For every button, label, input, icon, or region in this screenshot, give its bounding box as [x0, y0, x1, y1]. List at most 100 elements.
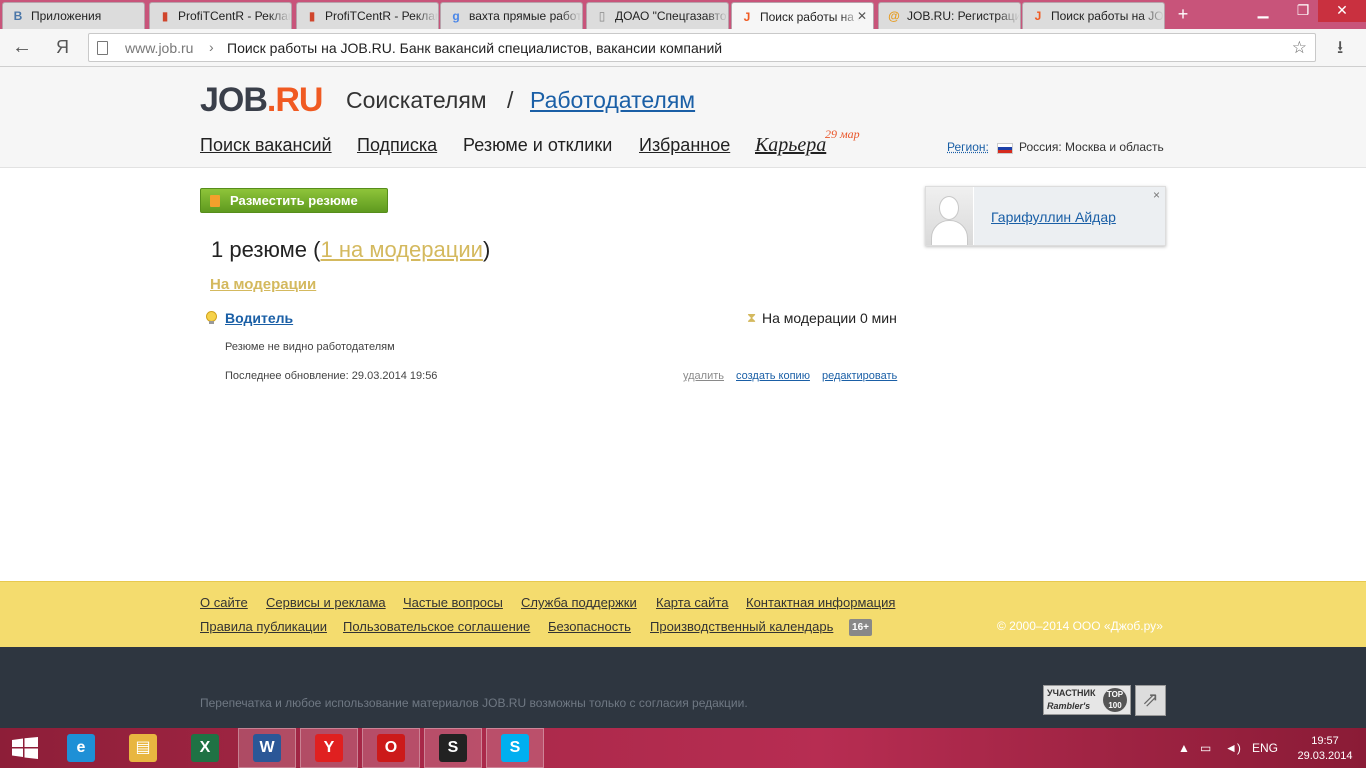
yandex-icon: Y: [315, 734, 343, 762]
new-tab-button[interactable]: +: [1172, 4, 1194, 24]
logo-ru-text: RU: [275, 81, 323, 119]
region-value: Россия: Москва и область: [1019, 140, 1164, 154]
footer-agreement[interactable]: Пользовательское соглашение: [343, 619, 530, 634]
back-icon[interactable]: ←: [12, 36, 32, 59]
browser-tab[interactable]: g вахта прямые работодатели: [440, 2, 583, 29]
mail-icon: @: [888, 9, 900, 23]
footer-services[interactable]: Сервисы и реклама: [266, 595, 386, 610]
minimize-button[interactable]: ▁: [1248, 0, 1278, 22]
resume-count: 1 резюме (1 на модерации): [211, 237, 490, 263]
footer-sitemap[interactable]: Карта сайта: [656, 595, 728, 610]
browser-tab[interactable]: @ JOB.RU: Регистрация: [878, 2, 1021, 29]
taskbar-app-ie[interactable]: e: [52, 728, 110, 768]
taskbar-app-steam[interactable]: S: [424, 728, 482, 768]
post-resume-label: Разместить резюме: [230, 193, 358, 208]
jobru-logo[interactable]: JOB.RU: [200, 81, 323, 120]
footer-about[interactable]: О сайте: [200, 595, 248, 610]
tray-expand-icon[interactable]: ▲: [1178, 741, 1190, 755]
language-indicator[interactable]: ENG: [1252, 741, 1278, 755]
footer-calendar[interactable]: Производственный календарь: [650, 619, 833, 634]
liveinternet-counter-icon[interactable]: ⇗: [1135, 685, 1166, 716]
copy-link[interactable]: создать копию: [736, 370, 810, 382]
document-icon: [210, 195, 220, 207]
bar-chart-icon: ▮: [308, 9, 316, 23]
windows-start-icon[interactable]: [12, 737, 38, 759]
tab-title: Поиск работы на JOB.RU: [1051, 9, 1164, 23]
taskbar-app-yandex[interactable]: Y: [300, 728, 358, 768]
word-icon: W: [253, 734, 281, 762]
browser-tab[interactable]: В Приложения: [2, 2, 145, 29]
footer-bottom: Перепечатка и любое использование матери…: [0, 647, 1366, 728]
tab-title: JOB.RU: Регистрация: [907, 9, 1020, 23]
vk-icon: В: [13, 9, 23, 23]
logo-job-text: JOB: [200, 81, 268, 119]
google-icon: g: [452, 9, 460, 23]
url-host: www.job.ru: [125, 40, 194, 56]
moderation-status: На модерации 0 мин: [762, 310, 897, 326]
taskbar-app-word[interactable]: W: [238, 728, 296, 768]
taskbar-app-excel[interactable]: X: [176, 728, 234, 768]
excel-icon: X: [191, 734, 219, 762]
region-label-link[interactable]: Регион:: [947, 140, 989, 154]
nav-job-search[interactable]: Поиск вакансий: [200, 135, 332, 156]
windows-taskbar: e ▤ X W Y O S S ▲ ▭ ◄) ENG 19:57 29.03.2014: [0, 728, 1366, 768]
bookmark-star-icon[interactable]: ☆: [1292, 38, 1307, 58]
age-rating-badge: 16+: [849, 619, 872, 636]
resume-title-link[interactable]: Водитель: [225, 310, 293, 326]
footer-contacts[interactable]: Контактная информация: [746, 595, 895, 610]
browser-tab[interactable]: J Поиск работы на JOB.RU✕: [731, 2, 874, 30]
browser-tab[interactable]: ▮ ProfiTCentR - Рекламные: [296, 2, 439, 29]
moderation-count-link[interactable]: 1 на модерации: [320, 237, 482, 262]
yandex-icon[interactable]: Я: [56, 37, 69, 58]
url-separator: ›: [209, 39, 214, 55]
footer-support[interactable]: Служба поддержки: [521, 595, 637, 610]
footer-rules[interactable]: Правила публикации: [200, 619, 327, 634]
footer-faq[interactable]: Частые вопросы: [403, 595, 503, 610]
russia-flag-icon: [997, 143, 1013, 154]
steam-icon: S: [439, 734, 467, 762]
clock-date: 29.03.2014: [1297, 750, 1353, 762]
opera-icon: O: [377, 734, 405, 762]
visibility-note: Резюме не видно работодателям: [225, 341, 395, 353]
delete-link[interactable]: удалить: [683, 370, 724, 382]
site-header: JOB.RU Соискателям / Работодателям Поиск…: [0, 67, 1366, 168]
clock-time: 19:57: [1311, 735, 1339, 747]
taskbar-app-opera[interactable]: O: [362, 728, 420, 768]
browser-tab[interactable]: ▮ ProfiTCentR - Рекламные: [149, 2, 292, 29]
browser-tab[interactable]: J Поиск работы на JOB.RU: [1022, 2, 1165, 29]
bar-chart-icon: ▮: [161, 9, 169, 23]
skype-icon: S: [501, 734, 529, 762]
maximize-button[interactable]: ❐: [1288, 0, 1318, 22]
close-window-button[interactable]: ✕: [1318, 0, 1366, 22]
taskbar-app-explorer[interactable]: ▤: [114, 728, 172, 768]
section-separator: /: [507, 87, 514, 113]
network-icon[interactable]: ▭: [1200, 741, 1211, 755]
url-page-title: Поиск работы на JOB.RU. Банк вакансий сп…: [227, 40, 723, 56]
volume-icon[interactable]: ◄): [1225, 741, 1241, 755]
tab-title: ProfiTCentR - Рекламные: [325, 9, 438, 23]
browser-tab[interactable]: ▯ ДОАО "Спецгазавтотранс": [586, 2, 729, 29]
moderation-section-title[interactable]: На модерации: [210, 276, 316, 293]
count-prefix: 1 резюме (: [211, 237, 321, 262]
edit-link[interactable]: редактировать: [822, 370, 897, 382]
post-resume-button[interactable]: Разместить резюме: [200, 188, 388, 213]
nav-subscription[interactable]: Подписка: [357, 135, 437, 156]
address-bar[interactable]: www.job.ru › Поиск работы на JOB.RU. Бан…: [88, 33, 1316, 62]
browser-tab-strip: В Приложения ▮ ProfiTCentR - Рекламные ▮ Prof…: [0, 0, 1366, 30]
system-clock[interactable]: 19:57 29.03.2014: [1292, 734, 1358, 764]
nav-career[interactable]: Карьера: [755, 134, 826, 157]
tab-title: Поиск работы на JOB.RU: [760, 9, 860, 24]
tab-close-icon[interactable]: ✕: [857, 9, 867, 23]
taskbar-app-skype[interactable]: S: [486, 728, 544, 768]
nav-favorites[interactable]: Избранное: [639, 135, 730, 156]
count-suffix: ): [482, 237, 491, 262]
tab-title: ДОАО "Спецгазавтотранс": [615, 9, 728, 23]
download-icon[interactable]: ⭳: [1337, 35, 1343, 65]
close-icon[interactable]: ×: [1153, 188, 1160, 202]
tab-title: вахта прямые работодатели: [469, 9, 582, 23]
rambler-top100-badge[interactable]: УЧАСТНИК Rambler's TOP 100: [1043, 685, 1131, 715]
footer-security[interactable]: Безопасность: [548, 619, 631, 634]
tab-title: Приложения: [31, 9, 102, 23]
user-name-link[interactable]: Гарифуллин Айдар: [991, 209, 1116, 225]
employers-link[interactable]: Работодателям: [530, 87, 695, 114]
